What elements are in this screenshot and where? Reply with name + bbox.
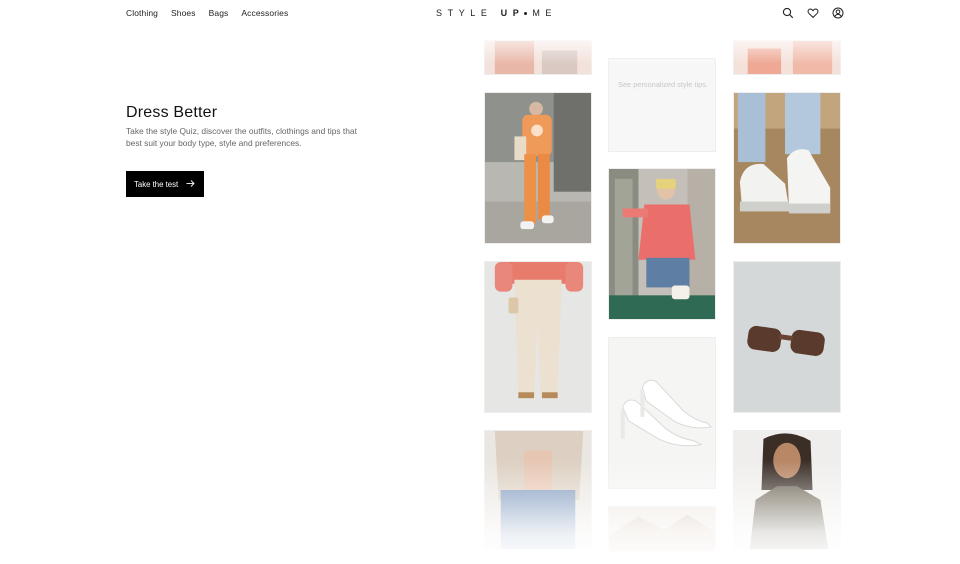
grid-image-blouse[interactable]	[484, 430, 592, 550]
white-heels-image	[609, 338, 715, 488]
grid-image-top-right[interactable]	[733, 40, 841, 75]
style-tips-card[interactable]: See personalized style tips.	[608, 58, 716, 152]
style-grid: See personalized style tips.	[0, 0, 960, 564]
pink-shirt-image	[609, 169, 715, 319]
grid-image-portrait[interactable]	[733, 430, 841, 550]
sunglasses-image	[734, 262, 840, 412]
sheer-blouse-image	[485, 431, 591, 549]
partial-outfit-image	[485, 41, 591, 74]
partial-outfit-image-right	[734, 41, 840, 74]
orange-tracksuit-image	[485, 93, 591, 243]
grid-image-sunglasses[interactable]	[733, 261, 841, 413]
grid-image-trousers[interactable]	[484, 261, 592, 413]
grid-image-sneakers[interactable]	[733, 92, 841, 244]
denim-sneakers-image	[734, 93, 840, 243]
cream-trousers-image	[485, 262, 591, 412]
grid-image-bottom-center[interactable]	[608, 506, 716, 552]
grid-image-heels[interactable]	[608, 337, 716, 489]
grid-image-pink-shirt[interactable]	[608, 168, 716, 320]
model-portrait-image	[734, 431, 840, 549]
grid-image-top-left[interactable]	[484, 40, 592, 75]
partial-landscape-image	[609, 507, 715, 551]
grid-image-tracksuit[interactable]	[484, 92, 592, 244]
style-tips-text: See personalized style tips.	[618, 80, 708, 89]
